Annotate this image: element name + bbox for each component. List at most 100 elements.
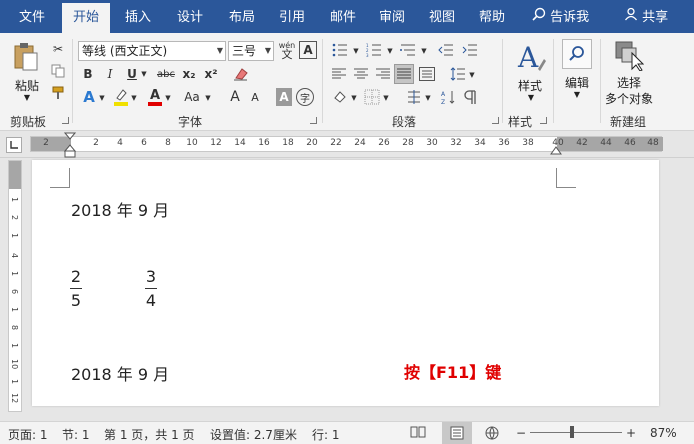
select-objects-icon[interactable] — [614, 39, 644, 71]
chevron-down-icon[interactable]: ▼ — [204, 91, 212, 105]
subscript-button[interactable]: x₂ — [180, 65, 198, 83]
font-launcher-icon[interactable] — [310, 117, 317, 124]
paste-dropdown-icon[interactable]: ▼ — [22, 93, 32, 102]
align-center-icon[interactable] — [352, 65, 370, 83]
align-left-icon[interactable] — [330, 65, 348, 83]
web-layout-icon[interactable] — [484, 425, 500, 444]
chevron-down-icon[interactable]: ▼ — [164, 91, 172, 105]
chevron-down-icon[interactable]: ▼ — [140, 65, 148, 83]
tell-me-search[interactable]: 告诉我 — [532, 0, 589, 33]
chevron-down-icon[interactable]: ▼ — [350, 92, 358, 104]
styles-icon[interactable]: A — [516, 41, 546, 73]
tab-mailings[interactable]: 邮件 — [319, 0, 367, 33]
tab-references[interactable]: 引用 — [268, 0, 316, 33]
wen-icon[interactable]: wén 文 — [277, 39, 297, 61]
chevron-down-icon[interactable]: ▼ — [468, 69, 476, 81]
tab-review[interactable]: 审阅 — [368, 0, 416, 33]
styles-button-label[interactable]: 样式 — [512, 77, 548, 94]
zoom-level[interactable]: 87% — [650, 426, 677, 440]
fraction-2[interactable]: 3 4 — [145, 267, 157, 310]
chevron-down-icon[interactable]: ▼ — [98, 91, 106, 105]
zoom-slider[interactable] — [530, 432, 622, 433]
clear-format-icon[interactable] — [232, 65, 250, 83]
increase-indent-icon[interactable] — [460, 41, 480, 59]
format-painter-icon[interactable] — [50, 85, 66, 101]
share-button[interactable]: 共享 — [624, 0, 668, 33]
enclose-char-button[interactable]: 字 — [296, 88, 314, 106]
tab-design[interactable]: 设计 — [166, 0, 214, 33]
multilevel-list-icon[interactable] — [398, 41, 418, 59]
cut-icon[interactable]: ✂ — [50, 41, 66, 57]
superscript-button[interactable]: x² — [202, 65, 220, 83]
sort-icon[interactable]: AZ — [438, 88, 458, 106]
chevron-down-icon[interactable]: ▼ — [130, 91, 138, 105]
bold-button[interactable]: B — [80, 65, 96, 83]
borders-icon[interactable] — [362, 88, 382, 106]
right-indent-marker[interactable] — [550, 144, 562, 158]
print-layout-icon[interactable] — [442, 422, 472, 444]
chevron-down-icon[interactable]: ▼ — [386, 45, 394, 57]
editing-button-label[interactable]: 编辑 — [559, 74, 595, 91]
shrink-font-button[interactable]: A — [246, 87, 264, 107]
select-label-2[interactable]: 多个对象 — [600, 90, 658, 107]
tab-help[interactable]: 帮助 — [468, 0, 516, 33]
underline-button[interactable]: U — [124, 65, 140, 83]
find-icon[interactable] — [562, 39, 592, 69]
paste-label[interactable]: 粘贴 — [12, 77, 42, 94]
tab-insert[interactable]: 插入 — [114, 0, 162, 33]
chevron-down-icon[interactable]: ▼ — [424, 92, 432, 104]
status-setting[interactable]: 设置值: 2.7厘米 — [210, 426, 297, 443]
clipboard-launcher-icon[interactable] — [62, 117, 69, 124]
status-line[interactable]: 行: 1 — [312, 426, 340, 443]
tab-selector[interactable] — [6, 137, 22, 153]
strikethrough-button[interactable]: abc — [156, 65, 176, 83]
bullets-icon[interactable] — [330, 41, 350, 59]
select-label-1[interactable]: 选择 — [604, 74, 654, 91]
paste-icon[interactable] — [12, 41, 40, 73]
font-size-aa-button[interactable]: Aa — [182, 87, 202, 107]
italic-button[interactable]: I — [102, 65, 118, 83]
distributed-icon[interactable] — [418, 65, 436, 83]
document-page[interactable]: 2018 年 9 月 2 5 3 4 2018 年 9 月 按【F11】键 — [32, 160, 659, 406]
ruler-bar[interactable]: 2 2 4 6 8 10 12 14 16 18 20 22 24 26 28 … — [30, 136, 663, 152]
status-pages[interactable]: 第 1 页，共 1 页 — [104, 426, 195, 443]
justify-icon[interactable] — [394, 64, 414, 84]
read-mode-icon[interactable] — [410, 425, 426, 442]
tab-home[interactable]: 开始 — [62, 3, 110, 33]
decrease-indent-icon[interactable] — [436, 41, 456, 59]
show-marks-icon[interactable] — [460, 88, 480, 106]
zoom-slider-thumb[interactable] — [570, 426, 574, 438]
font-size-combo[interactable]: 三号 ▼ — [228, 41, 274, 61]
chevron-down-icon[interactable]: ▼ — [420, 45, 428, 57]
first-line-indent-marker[interactable] — [63, 132, 77, 161]
copy-icon[interactable] — [50, 63, 66, 79]
line-spacing-icon[interactable] — [448, 65, 468, 83]
tab-layout[interactable]: 布局 — [218, 0, 266, 33]
align-right-icon[interactable] — [374, 65, 392, 83]
numbering-icon[interactable]: 123 — [364, 41, 384, 59]
status-page[interactable]: 页面: 1 — [8, 426, 48, 443]
chevron-down-icon[interactable]: ▼ — [572, 90, 582, 99]
date-field-2[interactable]: 2018 年 9 月 — [71, 361, 169, 385]
font-name-combo[interactable]: 等线 (西文正文) ▼ — [78, 41, 226, 61]
char-border-button[interactable]: A — [299, 41, 317, 59]
chevron-down-icon[interactable]: ▼ — [382, 92, 390, 104]
styles-launcher-icon[interactable] — [540, 117, 547, 124]
shading-icon[interactable] — [330, 88, 350, 106]
chevron-down-icon[interactable]: ▼ — [352, 45, 360, 57]
chevron-down-icon[interactable]: ▼ — [526, 93, 536, 102]
zoom-out-button[interactable]: − — [516, 426, 526, 440]
font-color-button[interactable]: A — [146, 87, 164, 107]
tab-view[interactable]: 视图 — [418, 0, 466, 33]
text-effects-button[interactable]: A — [80, 87, 98, 107]
char-shading-button[interactable]: A — [276, 88, 292, 106]
paragraph-launcher-icon[interactable] — [492, 117, 499, 124]
zoom-in-button[interactable]: + — [626, 426, 636, 440]
chinese-layout-icon[interactable] — [404, 88, 424, 106]
date-field-1[interactable]: 2018 年 9 月 — [71, 197, 169, 221]
tab-file[interactable]: 文件 — [8, 0, 56, 33]
grow-font-button[interactable]: A — [226, 87, 244, 107]
highlight-icon[interactable] — [112, 87, 130, 107]
status-section[interactable]: 节: 1 — [62, 426, 90, 443]
fraction-1[interactable]: 2 5 — [70, 267, 82, 310]
